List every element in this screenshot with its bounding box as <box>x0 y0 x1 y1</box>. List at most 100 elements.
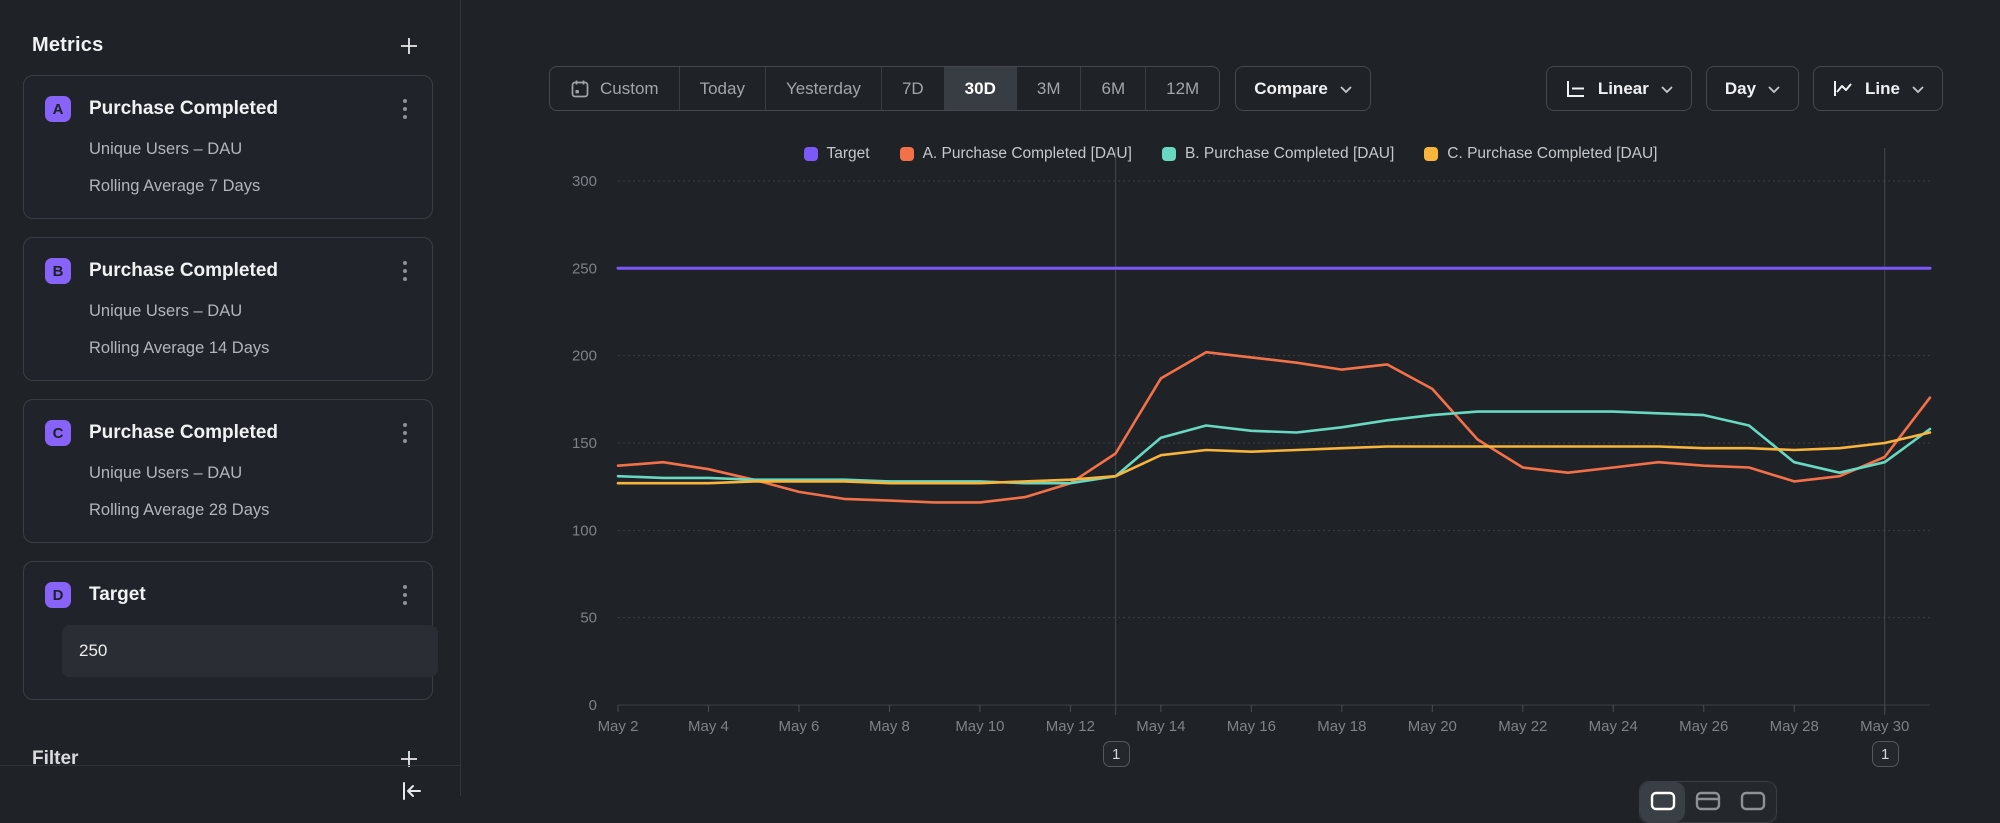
view-line-button[interactable] <box>1640 782 1685 822</box>
range-7d[interactable]: 7D <box>881 67 944 110</box>
view-switcher <box>1639 781 1777 823</box>
range-custom[interactable]: Custom <box>550 67 679 110</box>
metric-badge: C <box>45 420 71 446</box>
metric-card-header: C Purchase Completed <box>45 420 414 446</box>
chevron-down-icon <box>1340 86 1352 94</box>
metric-card[interactable]: APurchase CompletedUnique Users – DAURol… <box>23 75 433 219</box>
metric-card[interactable]: B Purchase Completed Unique Users – DAU Rol… <box>23 237 433 381</box>
add-metric-button[interactable] <box>398 35 420 57</box>
calendar-icon <box>570 79 590 99</box>
range-yesterday[interactable]: Yesterday <box>765 67 881 110</box>
metric-menu-button[interactable] <box>396 420 414 446</box>
target-value-input[interactable] <box>62 625 438 677</box>
x-axis-tick-label: May 12 <box>1046 718 1095 735</box>
metrics-sidebar: Metrics A Purchase Completed Unique Users … <box>0 0 461 796</box>
range-12m[interactable]: 12M <box>1145 67 1219 110</box>
x-axis-tick-label: May 26 <box>1679 718 1728 735</box>
metric-menu-button[interactable] <box>396 96 414 122</box>
chart-canvas[interactable]: 050100150200250300May 2May 4May 6May 8Ma… <box>485 130 2000 796</box>
compare-label: Compare <box>1254 79 1328 99</box>
metric-measurement: Unique Users – DAU <box>89 302 414 321</box>
compare-button[interactable]: Compare <box>1235 66 1371 111</box>
range-label: 6M <box>1101 79 1125 99</box>
target-menu-button[interactable] <box>396 582 414 608</box>
sidebar-title: Metrics <box>32 34 103 57</box>
line-chart: 050100150200250300May 2May 4May 6May 8Ma… <box>485 130 2000 796</box>
range-today[interactable]: Today <box>679 67 765 110</box>
collapse-sidebar-button[interactable] <box>396 776 426 806</box>
series-line <box>618 433 1930 484</box>
metric-rolling-average: Rolling Average 14 Days <box>89 339 414 358</box>
range-label: 7D <box>902 79 924 99</box>
x-axis-tick-label: May 14 <box>1136 718 1185 735</box>
kebab-icon <box>402 420 408 446</box>
filter-section: Filter <box>0 700 460 770</box>
range-3m[interactable]: 3M <box>1016 67 1081 110</box>
x-axis-tick-label: May 30 <box>1860 718 1909 735</box>
y-axis-tick-label: 200 <box>572 348 597 365</box>
y-axis-tick-label: 100 <box>572 522 597 539</box>
metric-badge: B <box>45 258 71 284</box>
toolbar-right-group: Linear Day Line <box>1546 66 1943 111</box>
x-axis-tick-label: May 24 <box>1589 718 1638 735</box>
metric-card-header: B Purchase Completed <box>45 258 414 284</box>
target-card: D Target <box>23 561 433 700</box>
x-axis-tick-label: May 10 <box>955 718 1004 735</box>
metric-measurement: Unique Users – DAU <box>89 140 414 159</box>
table-view-icon <box>1740 791 1766 811</box>
metric-rolling-average: Rolling Average 28 Days <box>89 501 414 520</box>
sidebar-header: Metrics <box>0 0 460 57</box>
date-range-selector: Custom Today Yesterday 7D 30D 3M 6M 12M <box>549 66 1220 111</box>
chevron-down-icon <box>1768 86 1780 94</box>
metric-card-list: A Purchase Completed Unique Users – DAU Rol… <box>0 75 460 543</box>
range-6m[interactable]: 6M <box>1080 67 1145 110</box>
chevron-down-icon <box>1661 86 1673 94</box>
metric-badge: A <box>45 96 71 122</box>
view-table-button[interactable] <box>1731 782 1776 822</box>
filter-label: Filter <box>32 748 78 770</box>
sidebar-divider <box>0 765 460 766</box>
metric-title: Purchase Completed <box>89 422 396 444</box>
kebab-icon <box>402 96 408 122</box>
range-label: Yesterday <box>786 79 861 99</box>
x-axis-tick-label: May 28 <box>1770 718 1819 735</box>
metrics-dashboard: { "sidebar": { "title": "Metrics", "add_… <box>0 0 2000 796</box>
y-axis-tick-label: 300 <box>572 173 597 190</box>
chart-type-label: Line <box>1865 79 1900 99</box>
y-axis-tick-label: 0 <box>589 697 597 714</box>
range-30d[interactable]: 30D <box>944 67 1016 110</box>
chart-panel: Custom Today Yesterday 7D 30D 3M 6M 12M Compare… <box>461 0 2000 796</box>
granularity-button[interactable]: Day <box>1706 66 1799 111</box>
plus-icon <box>398 748 420 770</box>
x-axis-tick-label: May 2 <box>598 718 639 735</box>
y-axis-tick-label: 250 <box>572 260 597 277</box>
y-axis-tick-label: 150 <box>572 435 597 452</box>
plus-icon <box>398 35 420 57</box>
range-label: Custom <box>600 79 659 99</box>
view-bar-button[interactable] <box>1685 782 1730 822</box>
annotation-badge[interactable]: 1 <box>1872 741 1899 767</box>
x-axis-tick-label: May 4 <box>688 718 729 735</box>
scale-button[interactable]: Linear <box>1546 66 1692 111</box>
line-chart-icon <box>1832 79 1853 99</box>
add-filter-button[interactable] <box>398 748 420 770</box>
range-label: 3M <box>1037 79 1061 99</box>
range-label: Today <box>700 79 745 99</box>
x-axis-tick-label: May 22 <box>1498 718 1547 735</box>
chart-type-button[interactable]: Line <box>1813 66 1943 111</box>
metric-menu-button[interactable] <box>396 258 414 284</box>
annotation-badge[interactable]: 1 <box>1103 741 1130 767</box>
metric-card[interactable]: C Purchase Completed Unique Users – DAU Rol… <box>23 399 433 543</box>
kebab-icon <box>402 582 408 608</box>
x-axis-tick-label: May 20 <box>1408 718 1457 735</box>
range-label: 30D <box>965 79 996 99</box>
x-axis-tick-label: May 8 <box>869 718 910 735</box>
metric-card-header: A Purchase Completed <box>45 96 414 122</box>
metric-title: Purchase Completed <box>89 98 396 120</box>
metric-title: Purchase Completed <box>89 260 396 282</box>
collapse-left-icon <box>396 776 426 806</box>
x-axis-tick-label: May 18 <box>1317 718 1366 735</box>
kebab-icon <box>402 258 408 284</box>
metric-measurement: Unique Users – DAU <box>89 464 414 483</box>
y-axis-tick-label: 50 <box>580 610 597 627</box>
